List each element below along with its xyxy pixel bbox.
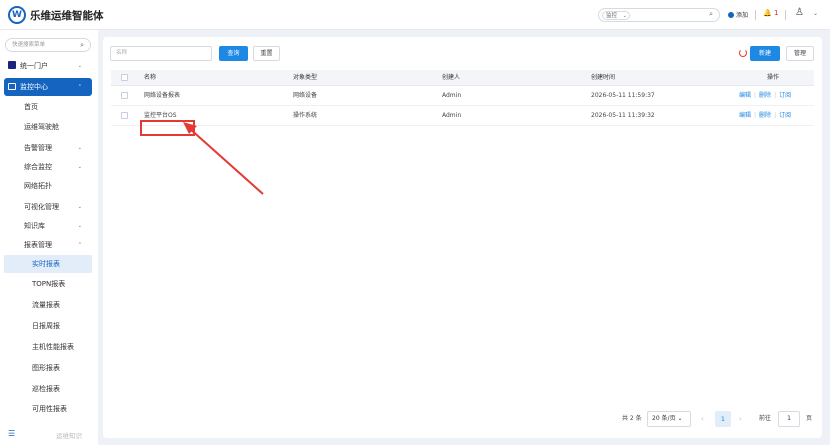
chevron-down-icon: ⌄ bbox=[77, 145, 82, 151]
manage-button[interactable]: 管理 bbox=[786, 46, 814, 61]
pagination-total: 共 2 条 bbox=[622, 415, 642, 422]
object-type-cell: 网络设备 bbox=[293, 92, 318, 99]
sidebar-item-inspection-report[interactable]: 巡检报表 bbox=[4, 380, 92, 398]
edit-link[interactable]: 编辑 bbox=[739, 112, 751, 119]
chevron-up-icon: ⌃ bbox=[77, 242, 82, 248]
table-header: 名称 对象类型 创建人 创建时间 操作 bbox=[111, 70, 814, 86]
top-bar: W 乐维运维智能体 监控 ⌄ ⌕ 添加 🔔 1 ♙ ⌄ bbox=[0, 0, 830, 30]
sidebar-item-visual[interactable]: 可视化管理 ⌄ bbox=[4, 198, 92, 216]
alert-bell[interactable]: 🔔 1 bbox=[763, 9, 778, 17]
column-header-type: 对象类型 bbox=[293, 74, 318, 81]
search-icon: ⌕ bbox=[80, 41, 84, 49]
edit-link[interactable]: 编辑 bbox=[739, 92, 751, 99]
sidebar-item-home[interactable]: 首页 bbox=[4, 98, 92, 116]
column-header-actions: 操作 bbox=[767, 74, 780, 81]
table-row: 网络设备报表 网络设备 Admin 2026-05-11 11:59:37 编辑… bbox=[111, 86, 814, 106]
alert-count-badge: 1 bbox=[773, 9, 779, 17]
creator-cell: Admin bbox=[442, 92, 462, 99]
divider bbox=[755, 10, 756, 20]
main-content: 名称 查询 重置 新建 管理 名称 对象类型 创建人 创建时间 操作 网络设备报… bbox=[103, 37, 822, 438]
sidebar-item-realtime-report[interactable]: 实时报表 bbox=[4, 255, 92, 273]
row-checkbox[interactable] bbox=[121, 92, 128, 99]
refresh-icon[interactable] bbox=[739, 49, 747, 57]
new-button[interactable]: 新建 bbox=[750, 46, 780, 61]
sidebar: 快速搜索菜单 ⌕ 统一门户 ⌄ 监控中心 ⌃ 首页 运维驾驶舱 告警管理 ⌄ 综合监控 ⌄… bbox=[0, 30, 98, 445]
delete-link[interactable]: 删除 bbox=[759, 92, 771, 99]
chevron-down-icon: ⌄ bbox=[77, 63, 82, 69]
page-size-select[interactable]: 20 条/页 ⌄ bbox=[647, 411, 691, 427]
goto-page-input[interactable]: 1 bbox=[778, 411, 800, 427]
reset-button[interactable]: 重置 bbox=[253, 46, 280, 61]
menu-search-input[interactable]: 快速搜索菜单 ⌕ bbox=[5, 38, 91, 52]
bell-icon: 🔔 bbox=[763, 9, 772, 17]
chevron-up-icon: ⌃ bbox=[77, 84, 82, 90]
column-header-created: 创建时间 bbox=[591, 74, 616, 81]
footer-link[interactable]: 运维知识 bbox=[56, 430, 82, 440]
search-icon[interactable]: ⌕ bbox=[709, 10, 713, 19]
home-icon bbox=[8, 61, 16, 69]
column-header-name: 名称 bbox=[144, 74, 157, 81]
sidebar-item-reports[interactable]: 报表管理 ⌃ bbox=[4, 236, 92, 254]
delete-link[interactable]: 删除 bbox=[759, 112, 771, 119]
app-logo-icon: W bbox=[8, 6, 26, 24]
row-checkbox[interactable] bbox=[121, 112, 128, 119]
divider bbox=[785, 10, 786, 20]
divider: | bbox=[774, 112, 777, 119]
app-title: 乐维运维智能体 bbox=[30, 10, 104, 22]
sidebar-item-graph-report[interactable]: 图形报表 bbox=[4, 359, 92, 377]
subscribe-link[interactable]: 订阅 bbox=[779, 92, 791, 99]
divider: | bbox=[754, 112, 757, 119]
sidebar-item-availability-report[interactable]: 可用性报表 bbox=[4, 400, 92, 418]
sidebar-item-monitor-center[interactable]: 监控中心 ⌃ bbox=[4, 78, 92, 96]
sidebar-item-portal[interactable]: 统一门户 ⌄ bbox=[4, 57, 92, 75]
annotation-arrow-icon bbox=[183, 122, 264, 195]
page-suffix: 页 bbox=[806, 415, 813, 422]
chevron-down-icon[interactable]: ⌄ bbox=[813, 10, 818, 17]
sidebar-item-knowledge[interactable]: 知识库 ⌄ bbox=[4, 217, 92, 235]
add-button[interactable]: 添加 bbox=[728, 10, 748, 19]
search-scope-select[interactable]: 监控 ⌄ bbox=[602, 11, 630, 20]
global-search-box[interactable]: 监控 ⌄ ⌕ bbox=[598, 8, 720, 22]
select-all-checkbox[interactable] bbox=[121, 74, 128, 81]
chevron-down-icon: ⌄ bbox=[77, 223, 82, 229]
chevron-down-icon: ⌄ bbox=[77, 164, 82, 170]
next-page-icon[interactable]: › bbox=[739, 411, 742, 427]
prev-page-icon[interactable]: ‹ bbox=[701, 411, 704, 427]
sidebar-item-traffic-report[interactable]: 流量报表 bbox=[4, 296, 92, 314]
subscribe-link[interactable]: 订阅 bbox=[779, 112, 791, 119]
chevron-down-icon: ⌄ bbox=[677, 415, 683, 422]
sidebar-item-cockpit[interactable]: 运维驾驶舱 bbox=[4, 118, 92, 136]
divider: | bbox=[754, 92, 757, 99]
sidebar-item-host-perf[interactable]: 主机性能报表 bbox=[4, 338, 92, 356]
monitor-icon bbox=[8, 83, 16, 90]
goto-label: 前往 bbox=[759, 415, 772, 422]
sidebar-item-daily-weekly[interactable]: 日报周报 bbox=[4, 317, 92, 335]
user-icon[interactable]: ♙ bbox=[795, 7, 804, 18]
sidebar-item-topn-report[interactable]: TOPN报表 bbox=[4, 275, 92, 293]
created-time-cell: 2026-05-11 11:39:32 bbox=[591, 112, 655, 119]
sidebar-item-comprehensive[interactable]: 综合监控 ⌄ bbox=[4, 158, 92, 176]
created-time-cell: 2026-05-11 11:59:37 bbox=[591, 92, 655, 99]
object-type-cell: 操作系统 bbox=[293, 112, 318, 119]
add-icon bbox=[728, 11, 734, 18]
query-button[interactable]: 查询 bbox=[219, 46, 248, 61]
column-header-creator: 创建人 bbox=[442, 74, 461, 81]
name-filter-input[interactable]: 名称 bbox=[110, 46, 212, 61]
sidebar-item-topology[interactable]: 网络拓扑 bbox=[4, 177, 92, 195]
current-page-button[interactable]: 1 bbox=[715, 411, 731, 427]
sidebar-item-alarm[interactable]: 告警管理 ⌄ bbox=[4, 139, 92, 157]
chevron-down-icon: ⌄ bbox=[77, 204, 82, 210]
report-name-link[interactable]: 网络设备报表 bbox=[144, 86, 180, 106]
divider: | bbox=[774, 92, 777, 99]
chevron-down-icon: ⌄ bbox=[622, 13, 627, 19]
creator-cell: Admin bbox=[442, 112, 462, 119]
menu-collapse-icon[interactable]: ☰ bbox=[8, 429, 15, 438]
